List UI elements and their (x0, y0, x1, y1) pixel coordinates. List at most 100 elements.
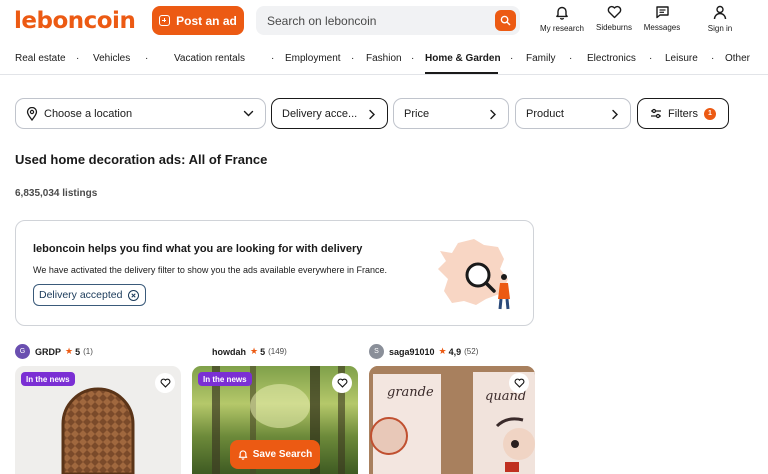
chevron-right-icon (369, 109, 375, 120)
delivery-filter-label: Delivery acce... (282, 107, 358, 120)
avatar: 🐿 (192, 344, 207, 359)
separator-dot: · (76, 53, 80, 64)
delivery-info-card: leboncoin helps you find what you are lo… (15, 220, 534, 326)
heart-icon (337, 378, 347, 388)
seller-name: howdah (212, 346, 246, 357)
category-family[interactable]: Family (526, 53, 555, 64)
price-filter-label: Price (404, 107, 430, 120)
seller-name: saga91010 (389, 346, 435, 357)
product-filter[interactable]: Product (515, 98, 631, 129)
review-count: (52) (464, 347, 479, 356)
category-electronics[interactable]: Electronics (587, 53, 636, 64)
france-map-illustration (438, 239, 510, 310)
filters-count-badge: 1 (703, 107, 716, 120)
seller-info[interactable]: 🐿 howdah ★ 5 (149) (192, 344, 287, 359)
delivery-accepted-chip[interactable]: Delivery accepted (33, 284, 147, 306)
close-circle-icon[interactable] (128, 289, 140, 301)
seller-info[interactable]: S saga91010 ★ 4,9 (52) (369, 344, 478, 359)
review-count: (149) (268, 347, 287, 356)
avatar: G (15, 344, 30, 359)
favorite-button[interactable] (332, 373, 352, 393)
seller-rating: 4,9 (448, 346, 462, 357)
nav-messages[interactable]: Messages (640, 5, 684, 32)
separator-dot: · (271, 53, 275, 64)
bell-icon (556, 6, 568, 20)
category-nav: Real estate · Vehicles · Vacation rental… (0, 46, 768, 75)
separator-dot: · (649, 53, 653, 64)
delivery-filter[interactable]: Delivery acce... (271, 98, 388, 129)
star-icon: ★ (438, 346, 447, 356)
seller-rating: 5 (260, 346, 266, 357)
save-search-button[interactable]: Save Search (230, 440, 320, 469)
seller-name: GRDP (35, 346, 62, 357)
listings-count: 6,835,034 listings (15, 188, 98, 199)
category-employment[interactable]: Employment (285, 53, 341, 64)
location-filter-label: Choose a location (44, 107, 133, 120)
heart-icon (160, 378, 170, 388)
user-icon (713, 5, 727, 20)
heart-icon (607, 5, 621, 19)
seller-rating: 5 (75, 346, 81, 357)
search-button[interactable] (495, 10, 516, 31)
plus-square-icon (159, 15, 171, 26)
seller-info[interactable]: G GRDP ★ 5 (1) (15, 344, 93, 359)
svg-text:grande: grande (387, 385, 434, 400)
search-input[interactable] (267, 13, 477, 28)
category-home-garden[interactable]: Home & Garden (425, 53, 501, 64)
filters-label: Filters (668, 107, 698, 120)
separator-dot: · (145, 53, 149, 64)
page-title: Used home decoration ads: All of France (15, 152, 268, 167)
category-real-estate[interactable]: Real estate (15, 53, 66, 64)
in-the-news-badge: In the news (198, 372, 252, 386)
favorite-button[interactable] (509, 373, 529, 393)
chevron-right-icon (490, 109, 496, 120)
delivery-card-text: We have activated the delivery filter to… (33, 265, 388, 275)
active-category-underline (425, 72, 498, 74)
avatar: S (369, 344, 384, 359)
product-filter-label: Product (526, 107, 564, 120)
separator-dot: · (510, 53, 514, 64)
star-icon: ★ (250, 346, 259, 356)
location-pin-icon (26, 106, 38, 121)
delivery-chip-label: Delivery accepted (39, 289, 123, 301)
category-leisure[interactable]: Leisure (665, 53, 698, 64)
search-bar (256, 6, 520, 35)
nav-label: My research (539, 24, 584, 33)
listing-image[interactable]: grande quand (369, 366, 535, 474)
category-vacation-rentals[interactable]: Vacation rentals (174, 53, 245, 64)
separator-dot: · (411, 53, 415, 64)
save-search-label: Save Search (252, 449, 313, 460)
category-vehicles[interactable]: Vehicles (93, 53, 130, 64)
search-icon (500, 15, 511, 26)
chevron-right-icon (612, 109, 618, 120)
top-header: leboncoin Post an ad My research Sidebur… (0, 0, 768, 44)
star-icon: ★ (65, 346, 74, 356)
price-filter[interactable]: Price (393, 98, 509, 129)
favorite-button[interactable] (155, 373, 175, 393)
filters-button[interactable]: Filters 1 (637, 98, 729, 129)
delivery-card-title: leboncoin helps you find what you are lo… (33, 243, 363, 255)
post-ad-label: Post an ad (176, 13, 237, 28)
nav-label: Sideburns (595, 23, 633, 32)
nav-label: Messages (643, 23, 681, 32)
separator-dot: · (351, 53, 355, 64)
message-icon (655, 6, 669, 19)
category-other[interactable]: Other (725, 53, 750, 64)
in-the-news-badge: In the news (21, 372, 75, 386)
separator-dot: · (569, 53, 573, 64)
sliders-icon (651, 108, 661, 119)
nav-sideburns[interactable]: Sideburns (592, 5, 636, 32)
bell-icon (238, 450, 248, 460)
location-filter[interactable]: Choose a location (15, 98, 266, 129)
nav-label: Sign in (707, 24, 733, 33)
nav-sign-in[interactable]: Sign in (700, 5, 740, 33)
review-count: (1) (83, 347, 93, 356)
separator-dot: · (711, 53, 715, 64)
category-fashion[interactable]: Fashion (366, 53, 402, 64)
listing-image[interactable]: In the news (15, 366, 181, 474)
post-ad-button[interactable]: Post an ad (152, 6, 244, 35)
logo[interactable]: leboncoin (14, 8, 136, 34)
nav-my-research[interactable]: My research (538, 5, 586, 33)
chevron-down-icon (243, 110, 254, 117)
heart-icon (514, 378, 524, 388)
